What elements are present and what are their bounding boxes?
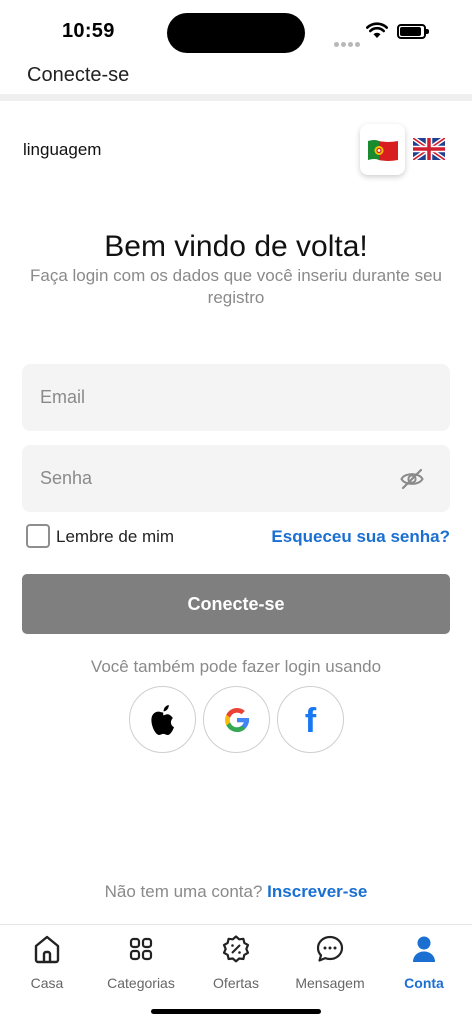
- signup-link[interactable]: Inscrever-se: [267, 882, 367, 901]
- nav-header: Conecte-se: [0, 62, 472, 94]
- apple-icon: [150, 704, 174, 735]
- tab-offers[interactable]: Ofertas: [189, 933, 283, 999]
- tab-account[interactable]: Conta: [377, 933, 471, 999]
- email-field-container: [22, 364, 450, 431]
- dynamic-island: [167, 13, 305, 53]
- password-field-container: [22, 445, 450, 512]
- battery-icon: [397, 24, 429, 39]
- welcome-title: Bem vindo de volta!: [104, 230, 368, 263]
- language-selector: linguagem: [0, 122, 472, 178]
- chat-icon: [316, 935, 344, 962]
- tab-categories[interactable]: Categorias: [94, 933, 188, 999]
- portugal-flag-icon: [367, 139, 398, 161]
- facebook-login-button[interactable]: f: [277, 686, 344, 753]
- remember-row: Lembre de mim Esqueceu sua senha?: [0, 523, 472, 551]
- password-field[interactable]: [22, 445, 450, 512]
- signup-prompt: Não tem uma conta?: [104, 882, 263, 901]
- uk-flag-icon: [411, 136, 447, 162]
- language-option-english[interactable]: [411, 136, 447, 162]
- tab-label: Conta: [404, 975, 444, 991]
- forgot-password-link[interactable]: Esqueceu sua senha?: [271, 527, 450, 547]
- google-icon: [224, 707, 249, 732]
- cellular-signal-icon: [334, 34, 362, 52]
- language-label: linguagem: [23, 140, 102, 159]
- home-indicator: [151, 1009, 321, 1014]
- grid-icon: [129, 937, 153, 961]
- eye-off-icon[interactable]: [400, 468, 424, 490]
- social-login-caption: Você também pode fazer login usando: [90, 657, 382, 676]
- google-login-button[interactable]: [203, 686, 270, 753]
- remember-me-checkbox[interactable]: [26, 524, 50, 548]
- signup-row: Não tem uma conta? Inscrever-se: [0, 882, 472, 902]
- tab-label: Casa: [30, 975, 64, 991]
- email-field[interactable]: [22, 364, 450, 431]
- login-button[interactable]: Conecte-se: [22, 574, 450, 634]
- header-divider: [0, 94, 472, 101]
- facebook-icon: f: [304, 701, 317, 740]
- home-icon: [34, 935, 60, 964]
- page-title: Conecte-se: [27, 64, 130, 86]
- tab-label: Categorias: [107, 975, 175, 991]
- tab-messages[interactable]: Mensagem: [283, 933, 377, 999]
- tab-label: Ofertas: [213, 975, 259, 991]
- tab-label: Mensagem: [295, 975, 365, 991]
- status-time: 10:59: [62, 20, 115, 42]
- discount-badge-icon: [222, 935, 250, 963]
- wifi-icon: [366, 22, 388, 38]
- tab-home[interactable]: Casa: [0, 933, 94, 999]
- language-option-portuguese[interactable]: [360, 124, 405, 175]
- status-bar: 10:59: [0, 0, 472, 62]
- user-icon: [413, 936, 435, 962]
- apple-login-button[interactable]: [129, 686, 196, 753]
- welcome-subtitle: Faça login com os dados que você inseriu…: [29, 266, 443, 307]
- remember-me-label[interactable]: Lembre de mim: [56, 527, 174, 547]
